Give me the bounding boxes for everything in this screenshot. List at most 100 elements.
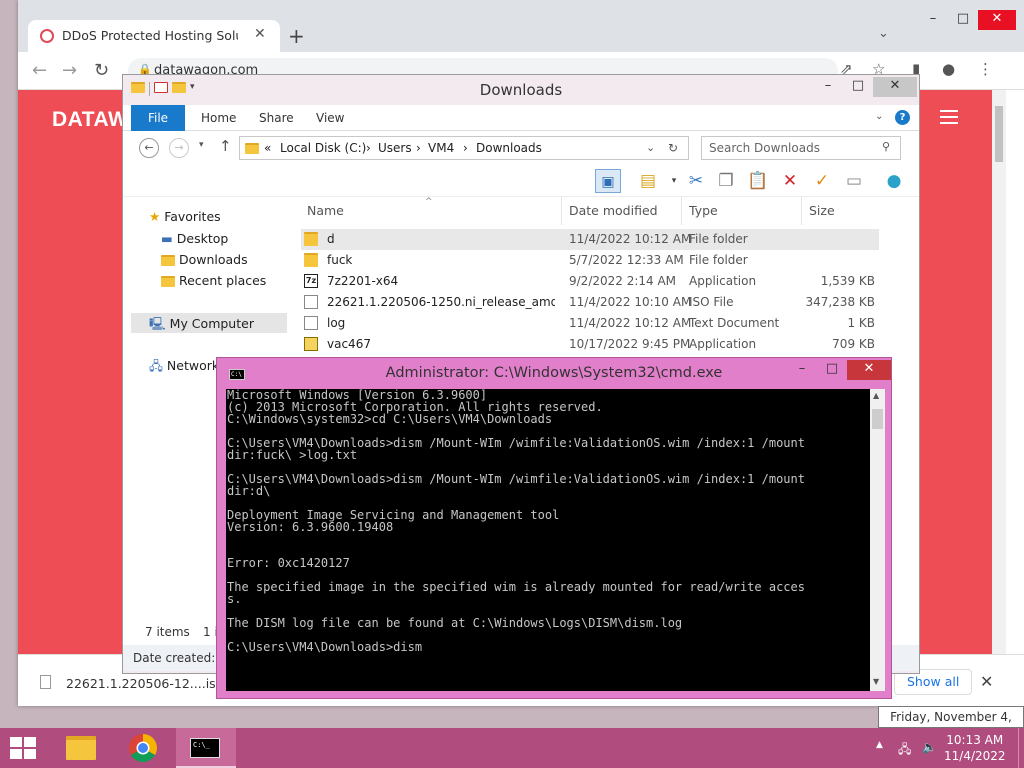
maximize-icon[interactable]: □ [817, 360, 847, 380]
show-desktop-button[interactable] [1018, 728, 1024, 768]
help-icon[interactable]: ? [895, 110, 910, 125]
file-type: Application [689, 337, 757, 351]
breadcrumb-separator[interactable]: › [366, 141, 371, 155]
nav-my-computer[interactable]: 🖳 My Computer [149, 315, 254, 336]
tab-home[interactable]: Home [201, 105, 236, 131]
file-row[interactable]: d 11/4/2022 10:12 AM File folder [301, 229, 879, 250]
file-type: Application [689, 274, 757, 288]
globe-icon[interactable]: ● [881, 169, 907, 193]
back-icon[interactable]: ← [139, 138, 159, 158]
console-prompt[interactable]: C:\Users\VM4\Downloads>dism [227, 641, 870, 653]
tab-close-icon[interactable]: ✕ [254, 26, 266, 42]
hamburger-menu-icon[interactable] [940, 110, 958, 128]
file-row[interactable]: vac467 10/17/2022 9:45 PM Application 70… [301, 334, 879, 355]
tab-share[interactable]: Share [259, 105, 294, 131]
nav-favorites[interactable]: ★ Favorites [149, 209, 221, 224]
site-logo[interactable]: DATAW [52, 108, 128, 132]
scroll-up-icon[interactable]: ▲ [873, 391, 879, 400]
minimize-icon[interactable]: – [918, 10, 948, 30]
taskbar-clock[interactable]: 10:13 AM 11/4/2022 [944, 732, 1006, 764]
close-icon[interactable]: ✕ [978, 10, 1016, 30]
preview-pane-icon[interactable]: ▣ [595, 169, 621, 193]
cut-icon[interactable]: ✂ [683, 169, 709, 193]
cmd-taskbar-icon[interactable]: C:\_ [176, 728, 236, 768]
tab-search-chevron-icon[interactable]: ⌄ [878, 26, 889, 41]
file-row[interactable]: fuck 5/7/2022 12:33 AM File folder [301, 250, 879, 271]
column-name[interactable]: Name [307, 203, 344, 218]
page-scrollbar[interactable] [992, 90, 1006, 654]
file-icon [40, 675, 51, 689]
properties-folder-icon[interactable]: ▤ [635, 169, 661, 193]
clock-time: 10:13 AM [946, 733, 1004, 747]
back-icon[interactable]: ← [32, 60, 47, 81]
network-tray-icon[interactable]: 🖧 [898, 740, 911, 761]
paste-icon[interactable]: 📋 [745, 169, 771, 193]
network-icon: 🖧 [149, 358, 167, 373]
search-icon[interactable]: ⚲ [882, 140, 890, 153]
minimize-icon[interactable]: – [813, 77, 843, 97]
file-row[interactable]: 7z 7z2201-x64 9/2/2022 2:14 AM Applicati… [301, 271, 879, 292]
file-explorer-taskbar-icon[interactable] [52, 728, 112, 768]
search-input[interactable]: Search Downloads ⚲ [701, 136, 901, 160]
nav-desktop[interactable]: ▬ Desktop [161, 231, 228, 246]
column-size[interactable]: Size [809, 203, 835, 218]
checkmark-icon[interactable]: ✓ [809, 169, 835, 193]
nav-recent-places[interactable]: Recent places [161, 273, 266, 288]
volume-icon[interactable]: 🔈 [922, 740, 937, 754]
file-size: 1,539 KB [820, 274, 875, 288]
tab-view[interactable]: View [316, 105, 344, 131]
delete-icon[interactable]: ✕ [777, 169, 803, 193]
breadcrumb-users[interactable]: Users [378, 141, 412, 155]
maximize-icon[interactable]: □ [843, 77, 873, 97]
reload-icon[interactable]: ↻ [94, 60, 109, 81]
file-type: ISO File [689, 295, 734, 309]
minimize-icon[interactable]: – [787, 360, 817, 380]
scroll-thumb[interactable] [872, 409, 883, 429]
maximize-icon[interactable]: □ [948, 10, 978, 30]
address-dropdown-chevron-icon[interactable]: ⌄ [646, 141, 655, 154]
sort-ascending-icon: ^ [425, 197, 433, 207]
file-size: 1 KB [847, 316, 875, 330]
breadcrumb-downloads[interactable]: Downloads [476, 141, 542, 155]
file-row[interactable]: 22621.1.220506-1250.ni_release_amd64fre.… [301, 292, 879, 313]
scroll-down-icon[interactable]: ▼ [873, 677, 879, 686]
up-arrow-icon[interactable]: ↑ [219, 137, 232, 155]
breadcrumb-local-disk[interactable]: Local Disk (C:) [280, 141, 366, 155]
close-download-bar-icon[interactable]: ✕ [980, 672, 993, 691]
new-tab-icon[interactable]: + [288, 24, 305, 48]
breadcrumb-separator[interactable]: › [416, 141, 421, 155]
recent-locations-chevron-icon[interactable]: ▾ [199, 140, 204, 150]
close-icon[interactable]: ✕ [873, 77, 917, 97]
close-icon[interactable]: ✕ [847, 360, 891, 380]
forward-icon[interactable]: → [169, 138, 189, 158]
column-date-modified[interactable]: Date modified [569, 203, 658, 218]
breadcrumb-separator[interactable]: › [463, 141, 468, 155]
rename-icon[interactable]: ▭ [841, 169, 867, 193]
nav-network[interactable]: 🖧 Network [149, 357, 219, 378]
copy-icon[interactable]: ❐ [713, 169, 739, 193]
windows-start-icon[interactable] [10, 737, 38, 761]
address-breadcrumb[interactable]: « Local Disk (C:) › Users › VM4 › Downlo… [239, 136, 689, 160]
tab-file[interactable]: File [131, 105, 185, 131]
profile-avatar-icon[interactable]: ● [942, 60, 955, 78]
breadcrumb-overflow[interactable]: « [264, 141, 271, 155]
file-row[interactable]: log 11/4/2022 10:12 AM Text Document 1 K… [301, 313, 879, 334]
console-output[interactable]: Microsoft Windows [Version 6.3.9600] (c)… [226, 389, 870, 691]
refresh-icon[interactable]: ↻ [668, 141, 678, 155]
console-scrollbar[interactable]: ▲ ▼ [870, 389, 885, 691]
download-item[interactable]: 22621.1.220506-12....iso [66, 676, 223, 691]
ribbon-expand-chevron-icon[interactable]: ⌄ [875, 111, 883, 122]
tray-overflow-icon[interactable]: ▲ [876, 740, 883, 750]
menu-kebab-icon[interactable]: ⋮ [978, 60, 993, 78]
column-type[interactable]: Type [689, 203, 718, 218]
chrome-window-controls: – □ ✕ [918, 10, 1016, 30]
folder-icon [304, 253, 318, 267]
chrome-taskbar-icon[interactable] [114, 728, 174, 768]
file-date: 5/7/2022 12:33 AM [569, 253, 684, 267]
file-name: log [327, 316, 346, 330]
nav-downloads[interactable]: Downloads [161, 252, 248, 267]
text-file-icon [304, 316, 318, 330]
browser-tab[interactable]: DDoS Protected Hosting Solution ✕ [28, 20, 280, 52]
breadcrumb-vm4[interactable]: VM4 [428, 141, 454, 155]
forward-icon[interactable]: → [62, 60, 77, 81]
